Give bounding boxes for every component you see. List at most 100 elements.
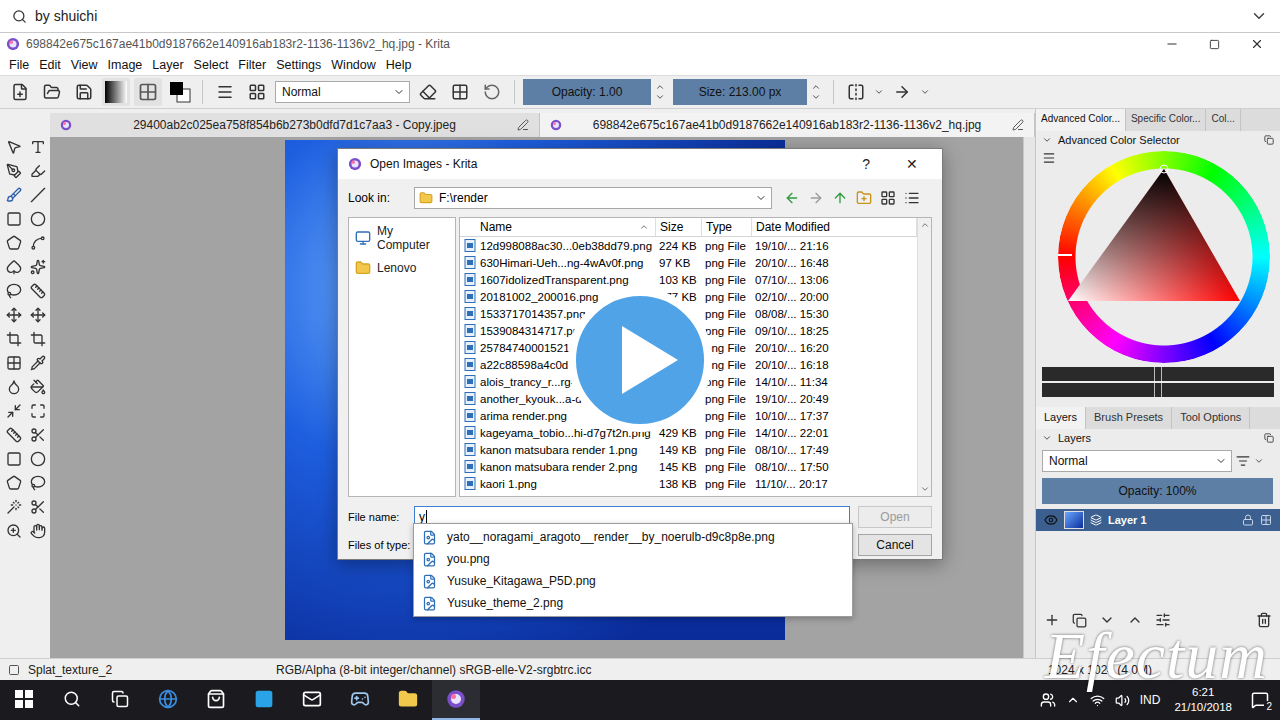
people-icon[interactable] xyxy=(1040,692,1056,708)
alpha-lock-icon[interactable] xyxy=(1260,514,1272,526)
layer-name[interactable]: Layer 1 xyxy=(1108,514,1236,526)
column-header[interactable]: Size xyxy=(656,218,702,236)
tool-button[interactable] xyxy=(27,304,49,326)
pattern-button[interactable] xyxy=(134,78,162,106)
volume-icon[interactable] xyxy=(1115,693,1130,708)
document-tab[interactable]: 698842e675c167ae41b0d9187662e140916ab183… xyxy=(540,113,1035,137)
help-button[interactable]: ? xyxy=(848,156,884,172)
place-item[interactable]: Lenovo xyxy=(351,258,453,278)
place-item[interactable]: My Computer xyxy=(351,222,453,254)
mirror-h-button[interactable] xyxy=(842,78,870,106)
opacity-slider[interactable]: Opacity: 1.00 xyxy=(523,79,651,105)
tool-button[interactable] xyxy=(3,232,25,254)
autocomplete-item[interactable]: you.png xyxy=(414,548,852,570)
column-header[interactable]: Date Modified xyxy=(752,218,917,236)
menu-item[interactable]: Filter xyxy=(233,58,271,72)
lock-icon[interactable] xyxy=(1242,514,1254,526)
tool-button[interactable] xyxy=(27,160,49,182)
menu-item[interactable]: Select xyxy=(189,58,234,72)
selector-settings-icon[interactable] xyxy=(1042,151,1056,165)
file-row[interactable]: kanon matsubara render 1.png149 KBpng Fi… xyxy=(460,441,917,458)
dialog-close-button[interactable]: ✕ xyxy=(892,156,932,172)
tool-button[interactable] xyxy=(3,352,25,374)
modified-brush-icon[interactable] xyxy=(517,119,529,131)
layer-blend-select[interactable]: Normal xyxy=(1042,450,1232,472)
task-view-button[interactable] xyxy=(96,680,144,720)
maximize-icon[interactable] xyxy=(1209,39,1220,50)
column-header[interactable]: Type xyxy=(702,218,752,236)
chevron-down-icon[interactable] xyxy=(1250,7,1268,25)
color-history-row[interactable] xyxy=(1042,367,1274,381)
scroll-up-icon[interactable] xyxy=(920,220,930,230)
tool-button[interactable] xyxy=(27,520,49,542)
docker-tab[interactable]: Tool Options xyxy=(1172,407,1250,429)
collapse-icon[interactable] xyxy=(1042,135,1052,145)
tool-button[interactable] xyxy=(27,208,49,230)
windows-start-icon[interactable] xyxy=(15,690,33,708)
tool-button[interactable] xyxy=(3,400,25,422)
autocomplete-item[interactable]: yato__noragami_aragoto__render__by_noeru… xyxy=(414,526,852,548)
tool-button[interactable] xyxy=(27,376,49,398)
list-view-icon[interactable] xyxy=(880,190,896,206)
tool-button[interactable] xyxy=(3,160,25,182)
game-button[interactable] xyxy=(336,680,384,720)
opacity-spin[interactable] xyxy=(655,79,665,105)
dropdown-arrow-icon[interactable] xyxy=(920,87,930,97)
tool-button[interactable] xyxy=(3,424,25,446)
tool-button[interactable] xyxy=(3,376,25,398)
file-row[interactable]: 12d998088ac30...0eb38dd79.png224 KBpng F… xyxy=(460,237,917,254)
new-folder-icon[interactable] xyxy=(856,190,872,206)
color-history-row[interactable] xyxy=(1042,383,1274,397)
tool-button[interactable] xyxy=(27,352,49,374)
tool-button[interactable] xyxy=(27,496,49,518)
blend-mode-select[interactable]: Normal xyxy=(275,81,410,103)
cancel-button[interactable]: Cancel xyxy=(858,534,932,556)
docker-tab[interactable]: Brush Presets xyxy=(1086,407,1172,429)
eraser-button[interactable] xyxy=(414,78,442,106)
tool-button[interactable] xyxy=(3,184,25,206)
tool-button[interactable] xyxy=(27,400,49,422)
mirror-v-button[interactable] xyxy=(888,78,916,106)
docker-tab[interactable]: Col... xyxy=(1206,109,1240,131)
search-button[interactable] xyxy=(48,680,96,720)
mail-button[interactable] xyxy=(288,680,336,720)
tool-button[interactable] xyxy=(27,232,49,254)
color-wheel[interactable] xyxy=(1058,151,1270,363)
search-bar[interactable]: by shuichi xyxy=(0,0,1280,33)
video-play-button-icon[interactable] xyxy=(566,286,714,434)
store-button[interactable] xyxy=(192,680,240,720)
dropdown-arrow-icon[interactable] xyxy=(874,87,884,97)
column-header[interactable]: Name xyxy=(460,218,656,236)
menu-item[interactable]: Help xyxy=(381,58,417,72)
file-row[interactable]: kanon matsubara render 2.png145 KBpng Fi… xyxy=(460,458,917,475)
edge-button[interactable] xyxy=(144,680,192,720)
float-icon[interactable] xyxy=(1264,135,1274,145)
size-spin[interactable] xyxy=(811,79,821,105)
tool-button[interactable] xyxy=(3,520,25,542)
layer-opacity-slider[interactable]: Opacity: 100% xyxy=(1042,478,1273,504)
menu-item[interactable]: Settings xyxy=(271,58,326,72)
network-icon[interactable] xyxy=(1090,693,1105,708)
menu-item[interactable]: View xyxy=(66,58,103,72)
dropdown-arrow-icon[interactable] xyxy=(1254,456,1264,466)
wrap-button[interactable] xyxy=(211,78,239,106)
docker-tab[interactable]: Layers xyxy=(1036,407,1086,429)
look-in-combo[interactable]: F:\render xyxy=(414,187,772,209)
close-icon[interactable] xyxy=(1250,37,1264,51)
new-button[interactable] xyxy=(6,78,34,106)
menu-item[interactable]: Layer xyxy=(147,58,188,72)
tool-button[interactable] xyxy=(27,472,49,494)
search-text[interactable]: by shuichi xyxy=(35,8,1242,24)
docker-tab[interactable]: Specific Color... xyxy=(1126,109,1206,131)
file-row[interactable]: kageyama_tobio...hi-d7g7t2n.png429 KBpng… xyxy=(460,424,917,441)
size-slider[interactable]: Size: 213.00 px xyxy=(673,79,807,105)
language-indicator[interactable]: IND xyxy=(1140,693,1161,707)
krita-button[interactable] xyxy=(432,680,480,720)
start-button[interactable] xyxy=(0,680,48,720)
alpha-button[interactable] xyxy=(446,78,474,106)
filter-icon[interactable] xyxy=(1236,454,1250,468)
tool-button[interactable] xyxy=(3,448,25,470)
autocomplete-item[interactable]: Yusuke_Kitagawa_P5D.png xyxy=(414,570,852,592)
docker-tab[interactable]: Advanced Color... xyxy=(1036,109,1126,131)
tool-button[interactable] xyxy=(27,280,49,302)
